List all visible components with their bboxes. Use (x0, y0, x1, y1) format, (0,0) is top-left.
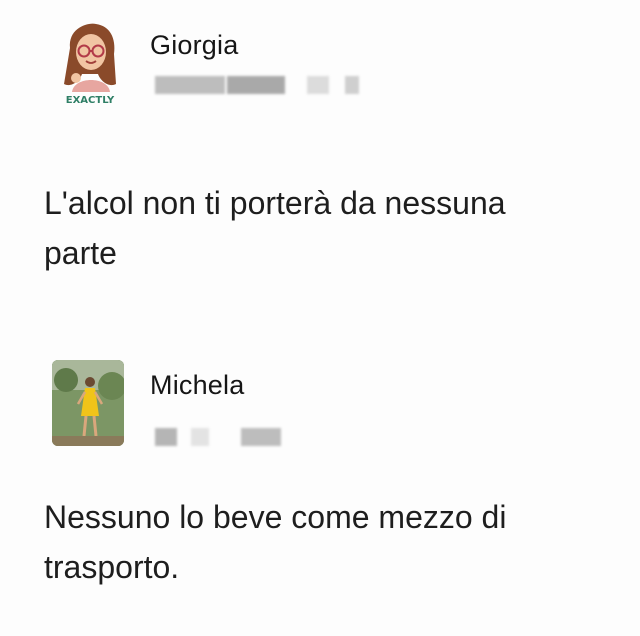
comment-giorgia: EXACTLY Giorgia L'alcol non ti porterà d… (0, 0, 640, 330)
photo-avatar-icon (52, 360, 124, 446)
comment-text-line: L'alcol non ti porterà da nessuna (44, 185, 506, 221)
author-name[interactable]: Giorgia (150, 30, 238, 61)
comment-text-line: parte (44, 235, 117, 271)
avatar[interactable]: EXACTLY (48, 18, 132, 110)
blurred-metadata (155, 428, 295, 446)
blurred-metadata (155, 76, 375, 94)
comment-text-line: trasporto. (44, 549, 180, 585)
comment-michela: Michela Nessuno lo beve come mezzo di tr… (0, 340, 640, 636)
comment-text: Nessuno lo beve come mezzo di trasporto. (44, 492, 624, 592)
exactly-badge: EXACTLY (65, 95, 115, 106)
author-name[interactable]: Michela (150, 370, 244, 401)
avatar[interactable] (52, 360, 124, 446)
comment-text-line: Nessuno lo beve come mezzo di (44, 499, 507, 535)
comment-text: L'alcol non ti porterà da nessuna parte (44, 178, 624, 278)
